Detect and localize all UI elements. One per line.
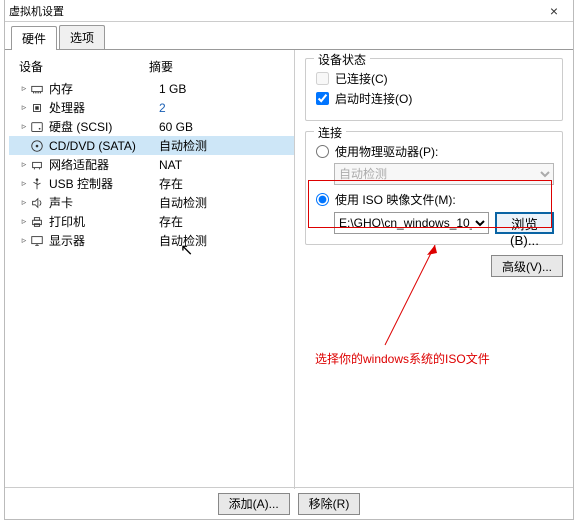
usb-icon	[29, 177, 45, 191]
connected-row[interactable]: 已连接(C)	[314, 70, 554, 87]
col-device: 设备	[19, 58, 149, 75]
add-button[interactable]: 添加(A)...	[218, 493, 290, 515]
iso-path-select[interactable]: E:\GHO\cn_windows_10_bu	[334, 212, 489, 234]
col-summary: 摘要	[149, 58, 173, 75]
expand-icon: ▹	[19, 102, 29, 113]
physical-drive-select[interactable]: 自动检测	[334, 163, 554, 185]
expand-icon: ▹	[19, 235, 29, 246]
use-iso-row[interactable]: 使用 ISO 映像文件(M):	[314, 191, 554, 208]
device-summary: 1 GB	[159, 82, 186, 96]
device-row[interactable]: ▹ USB 控制器存在	[9, 174, 294, 193]
tab-options[interactable]: 选项	[59, 25, 105, 49]
use-physical-radio[interactable]	[316, 145, 329, 158]
device-name: CD/DVD (SATA)	[49, 139, 159, 153]
device-summary: 存在	[159, 175, 183, 192]
device-row[interactable]: ▹ 处理器2	[9, 98, 294, 117]
expand-icon: ▹	[19, 178, 29, 189]
device-summary: 2	[159, 101, 166, 115]
tab-strip: 硬件 选项	[5, 22, 573, 50]
device-status-group: 设备状态 已连接(C) 启动时连接(O)	[305, 58, 563, 121]
device-row[interactable]: ▹ 硬盘 (SCSI)60 GB	[9, 117, 294, 136]
connection-group: 连接 使用物理驱动器(P): 自动检测 使用 ISO 映像文件(M):	[305, 131, 563, 245]
device-row[interactable]: ▹ 显示器自动检测	[9, 231, 294, 250]
expand-icon: ▹	[19, 83, 29, 94]
device-name: 打印机	[49, 213, 159, 230]
annotation-text: 选择你的windows系统的ISO文件	[315, 350, 490, 367]
connect-at-power-row[interactable]: 启动时连接(O)	[314, 90, 554, 107]
content-area: 设备 摘要 ▹内存1 GB▹处理器2▹硬盘 (SCSI)60 GBCD/DVD …	[5, 50, 573, 489]
expand-icon: ▹	[19, 121, 29, 132]
sound-icon	[29, 196, 45, 210]
device-row[interactable]: CD/DVD (SATA)自动检测	[9, 136, 294, 155]
device-detail-pane: 设备状态 已连接(C) 启动时连接(O) 连接 使用物理驱动器(P):	[295, 50, 573, 489]
device-row[interactable]: ▹ 网络适配器NAT	[9, 155, 294, 174]
device-summary: 自动检测	[159, 194, 207, 211]
close-button[interactable]: ×	[539, 4, 569, 18]
net-icon	[29, 158, 45, 172]
expand-icon: ▹	[19, 159, 29, 170]
cpu-icon	[29, 101, 45, 115]
memory-icon	[29, 82, 45, 96]
device-status-title: 设备状态	[314, 51, 370, 68]
advanced-button[interactable]: 高级(V)...	[491, 255, 563, 277]
device-summary: 自动检测	[159, 232, 207, 249]
device-summary: NAT	[159, 158, 182, 172]
device-row[interactable]: ▹ 打印机存在	[9, 212, 294, 231]
display-icon	[29, 234, 45, 248]
disk-icon	[29, 120, 45, 134]
device-name: 处理器	[49, 99, 159, 116]
printer-icon	[29, 215, 45, 229]
tab-hardware[interactable]: 硬件	[11, 26, 57, 50]
device-row[interactable]: ▹ 声卡自动检测	[9, 193, 294, 212]
device-name: 网络适配器	[49, 156, 159, 173]
browse-button[interactable]: 浏览(B)...	[495, 212, 554, 234]
connected-checkbox[interactable]	[316, 72, 329, 85]
use-iso-label: 使用 ISO 映像文件(M):	[335, 191, 456, 208]
connect-at-power-checkbox[interactable]	[316, 92, 329, 105]
connect-at-power-label: 启动时连接(O)	[335, 90, 412, 107]
expand-icon: ▹	[19, 197, 29, 208]
advanced-row: 高级(V)...	[305, 255, 563, 277]
device-row[interactable]: ▹ 内存1 GB	[9, 79, 294, 98]
expand-icon: ▹	[19, 216, 29, 227]
footer: 添加(A)... 移除(R)	[5, 487, 573, 519]
device-name: 显示器	[49, 232, 159, 249]
device-list[interactable]: ▹内存1 GB▹处理器2▹硬盘 (SCSI)60 GBCD/DVD (SATA)…	[9, 79, 294, 250]
use-physical-row[interactable]: 使用物理驱动器(P):	[314, 143, 554, 160]
device-name: 声卡	[49, 194, 159, 211]
titlebar: 虚拟机设置 ×	[5, 0, 573, 22]
device-summary: 自动检测	[159, 137, 207, 154]
footer-left: 添加(A)... 移除(R)	[144, 493, 434, 515]
iso-select-row: E:\GHO\cn_windows_10_bu 浏览(B)...	[334, 212, 554, 234]
connection-title: 连接	[314, 124, 346, 141]
use-physical-label: 使用物理驱动器(P):	[335, 143, 438, 160]
physical-drive-wrap: 自动检测	[334, 163, 554, 185]
device-name: USB 控制器	[49, 175, 159, 192]
connected-label: 已连接(C)	[335, 70, 388, 87]
vm-settings-dialog: 虚拟机设置 × 硬件 选项 设备 摘要 ▹ 内存1 GB ▹ 处理器2 ▹ 硬盘 (SCS…	[4, 0, 574, 520]
device-name: 内存	[49, 80, 159, 97]
device-list-pane: 设备 摘要 ▹内存1 GB▹处理器2▹硬盘 (SCSI)60 GBCD/DVD …	[5, 50, 295, 489]
cd-icon	[29, 139, 45, 153]
device-summary: 60 GB	[159, 120, 193, 134]
device-list-header: 设备 摘要	[9, 56, 294, 79]
remove-button[interactable]: 移除(R)	[298, 493, 361, 515]
device-name: 硬盘 (SCSI)	[49, 118, 159, 135]
device-summary: 存在	[159, 213, 183, 230]
dialog-title: 虚拟机设置	[9, 3, 539, 19]
use-iso-radio[interactable]	[316, 193, 329, 206]
